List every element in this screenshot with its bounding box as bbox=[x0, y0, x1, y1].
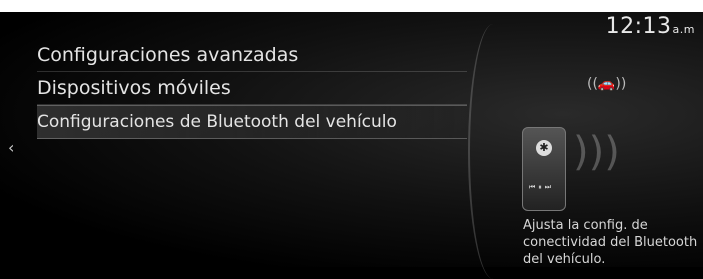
media-controls-icon: ⏮⏸⏭ bbox=[529, 183, 555, 191]
hint-text: Ajusta la config. de conectividad del Bl… bbox=[523, 218, 698, 267]
chevron-left-icon[interactable]: ‹ bbox=[8, 138, 14, 157]
phone-icon: ✱ ⏮⏸⏭ bbox=[522, 127, 566, 211]
menu-item-mobile-devices[interactable]: Dispositivos móviles bbox=[37, 72, 467, 105]
screen: 12:13a.m ‹ Configuraciones avanzadas Dis… bbox=[0, 12, 703, 279]
car-icon: ((🚗)) bbox=[587, 76, 627, 92]
signal-waves-icon: ))) bbox=[573, 129, 620, 175]
menu-item-label: Dispositivos móviles bbox=[37, 77, 231, 99]
bluetooth-icon: ✱ bbox=[536, 140, 552, 156]
menu-item-label: Configuraciones de Bluetooth del vehícul… bbox=[37, 112, 397, 132]
top-strip bbox=[0, 0, 703, 12]
settings-menu: Configuraciones avanzadas Dispositivos m… bbox=[37, 39, 467, 139]
menu-item-advanced-settings[interactable]: Configuraciones avanzadas bbox=[37, 39, 467, 72]
bluetooth-illustration: ((🚗)) ✱ ⏮⏸⏭ ))) bbox=[495, 24, 703, 224]
menu-item-vehicle-bluetooth[interactable]: Configuraciones de Bluetooth del vehícul… bbox=[37, 105, 467, 139]
menu-item-label: Configuraciones avanzadas bbox=[37, 44, 299, 66]
